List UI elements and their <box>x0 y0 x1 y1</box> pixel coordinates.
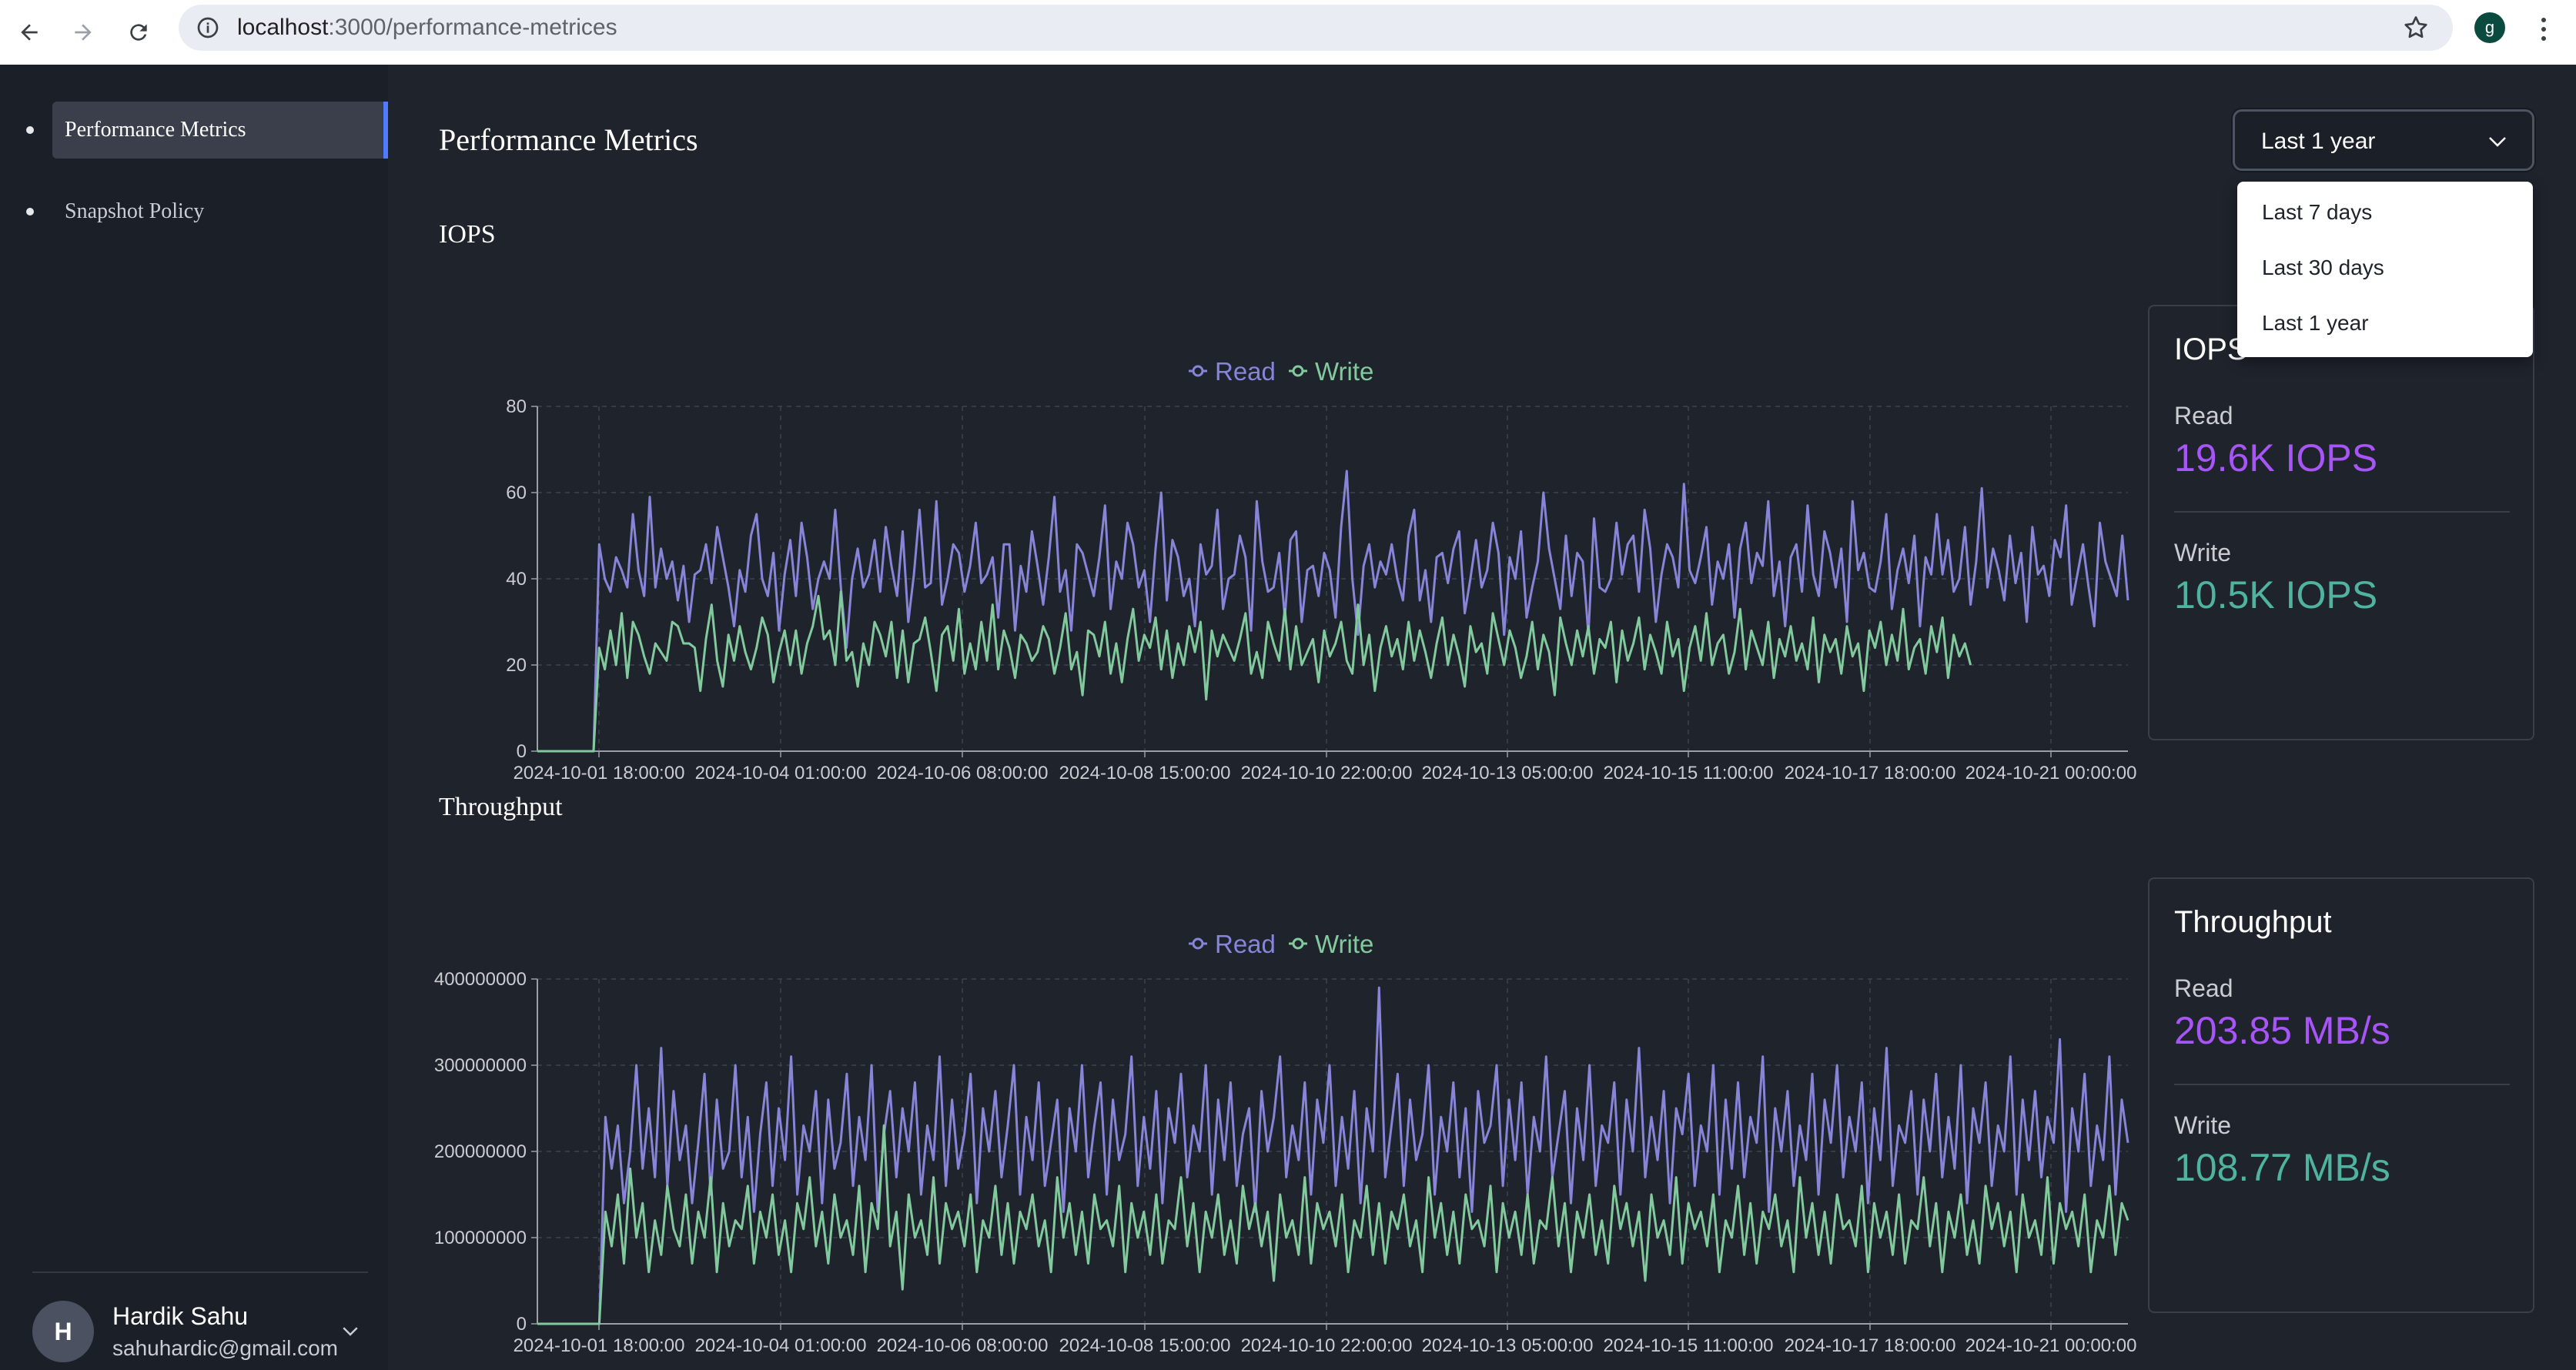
legend-marker-read <box>1192 365 1204 377</box>
legend-label-write: Write <box>1315 357 1373 386</box>
read-value: 203.85 MB/s <box>2174 1009 2390 1052</box>
chart-legend: Read Write <box>1189 357 1373 386</box>
bookmark-star-icon[interactable] <box>2402 14 2430 42</box>
x-tick-label: 2024-10-13 05:00:00 <box>1422 763 1594 784</box>
dropdown-option-last-1-year[interactable]: Last 1 year <box>2262 311 2369 336</box>
sidebar-item-snapshot-policy[interactable]: Snapshot Policy <box>26 183 388 240</box>
user-name: Hardik Sahu <box>112 1302 249 1330</box>
user-email: sahuhardic@gmail.com <box>112 1336 338 1360</box>
y-tick-label: 60 <box>506 483 527 503</box>
series-line-write <box>537 590 1972 753</box>
sidebar-item-label: Snapshot Policy <box>65 199 205 223</box>
sidebar-divider <box>32 1271 368 1273</box>
legend-label-read: Read <box>1215 930 1276 958</box>
write-value: 108.77 MB/s <box>2174 1146 2390 1189</box>
url-path: :3000/performance-metrices <box>328 15 617 40</box>
x-tick-label: 2024-10-17 18:00:00 <box>1785 763 1956 784</box>
legend-marker-write <box>1292 365 1304 377</box>
dropdown-option-last-7-days[interactable]: Last 7 days <box>2262 200 2372 225</box>
back-icon[interactable] <box>14 17 45 48</box>
x-tick-label: 2024-10-13 05:00:00 <box>1422 1335 1594 1356</box>
throughput-chart: Read Write 0 100000000 200000000 300000000 400… <box>434 930 2137 1356</box>
profile-avatar[interactable]: g <box>2474 12 2505 43</box>
y-tick-label: 80 <box>506 396 527 417</box>
chevron-down-icon <box>2489 137 2506 147</box>
card-divider <box>2174 511 2510 513</box>
x-tick-label: 2024-10-15 11:00:00 <box>1603 1335 1773 1356</box>
read-value: 19.6K IOPS <box>2174 436 2378 480</box>
time-range-value: Last 1 year <box>2261 129 2376 154</box>
x-tick-label: 2024-10-01 18:00:00 <box>514 1335 685 1356</box>
throughput-section-title: Throughput <box>439 793 563 821</box>
y-tick-label: 40 <box>506 569 527 590</box>
y-tick-label: 100000000 <box>434 1228 527 1248</box>
x-tick-label: 2024-10-15 11:00:00 <box>1603 763 1773 784</box>
legend-marker-write <box>1292 937 1304 950</box>
site-info-icon[interactable] <box>196 15 220 40</box>
x-tick-label: 2024-10-21 00:00:00 <box>1965 763 2137 784</box>
url-host: localhost <box>237 15 329 40</box>
x-tick-label: 2024-10-08 15:00:00 <box>1059 1335 1231 1356</box>
x-tick-label: 2024-10-10 22:00:00 <box>1241 763 1413 784</box>
x-tick-label: 2024-10-01 18:00:00 <box>514 763 685 784</box>
time-range-dropdown: Last 7 days Last 30 days Last 1 year <box>2237 182 2533 357</box>
read-label: Read <box>2174 974 2233 1002</box>
legend-marker-read <box>1192 937 1204 950</box>
x-tick-label: 2024-10-06 08:00:00 <box>877 763 1049 784</box>
main-content: Performance Metrics Last 1 year Last 7 d… <box>388 65 2576 1370</box>
avatar: H <box>32 1301 94 1362</box>
x-tick-label: 2024-10-17 18:00:00 <box>1785 1335 1956 1356</box>
x-tick-label: 2024-10-04 01:00:00 <box>695 763 867 784</box>
iops-section-title: IOPS <box>439 220 496 249</box>
x-tick-label: 2024-10-21 00:00:00 <box>1965 1335 2137 1356</box>
chart-legend: Read Write <box>1189 930 1373 958</box>
bullet <box>26 126 34 134</box>
legend-label-read: Read <box>1215 357 1276 386</box>
x-tick-label: 2024-10-10 22:00:00 <box>1241 1335 1413 1356</box>
series-line-read <box>537 986 2129 1325</box>
browser-menu-icon[interactable] <box>2536 14 2551 45</box>
y-tick-label: 0 <box>517 741 527 762</box>
sidebar-item-performance-metrics[interactable]: Performance Metrics <box>26 102 388 159</box>
url-text[interactable]: localhost:3000/performance-metrices <box>237 15 617 40</box>
y-tick-label: 0 <box>517 1314 527 1335</box>
write-value: 10.5K IOPS <box>2174 573 2378 616</box>
time-range-select[interactable]: Last 1 year <box>2233 109 2534 171</box>
write-label: Write <box>2174 1111 2232 1139</box>
x-tick-label: 2024-10-08 15:00:00 <box>1059 763 1231 784</box>
sidebar-item-label: Performance Metrics <box>65 118 246 142</box>
sidebar: Performance Metrics Snapshot Policy <box>0 65 388 1370</box>
chevron-down-icon[interactable] <box>339 1319 362 1342</box>
write-label: Write <box>2174 539 2232 566</box>
x-tick-label: 2024-10-04 01:00:00 <box>695 1335 867 1356</box>
y-tick-label: 400000000 <box>434 969 527 990</box>
series-line-read <box>537 469 2129 753</box>
card-divider <box>2174 1084 2510 1085</box>
address-bar[interactable]: localhost:3000/performance-metrices <box>179 5 2453 51</box>
forward-icon[interactable] <box>68 17 99 48</box>
legend-label-write: Write <box>1315 930 1373 958</box>
browser-chrome: localhost:3000/performance-metrices g <box>0 0 2576 65</box>
y-tick-label: 20 <box>506 655 527 676</box>
page-title: Performance Metrics <box>439 122 698 157</box>
throughput-stat-card: Throughput Read 203.85 MB/s Write 108.77… <box>2148 877 2534 1313</box>
reload-icon[interactable] <box>123 17 154 48</box>
card-title: Throughput <box>2174 905 2332 939</box>
iops-chart: Read Write 0 20 40 60 80 2024-10-01 18:00:00 202… <box>506 357 2137 784</box>
y-tick-label: 300000000 <box>434 1055 527 1076</box>
y-tick-label: 200000000 <box>434 1141 527 1162</box>
dropdown-option-last-30-days[interactable]: Last 30 days <box>2262 256 2384 280</box>
read-label: Read <box>2174 402 2233 429</box>
iops-stat-card: IOPS Read 19.6K IOPS Write 10.5K IOPS <box>2148 305 2534 740</box>
x-tick-label: 2024-10-06 08:00:00 <box>877 1335 1049 1356</box>
user-menu[interactable]: H Hardik Sahu sahuhardic@gmail.com <box>32 1298 371 1367</box>
bullet <box>26 208 34 216</box>
